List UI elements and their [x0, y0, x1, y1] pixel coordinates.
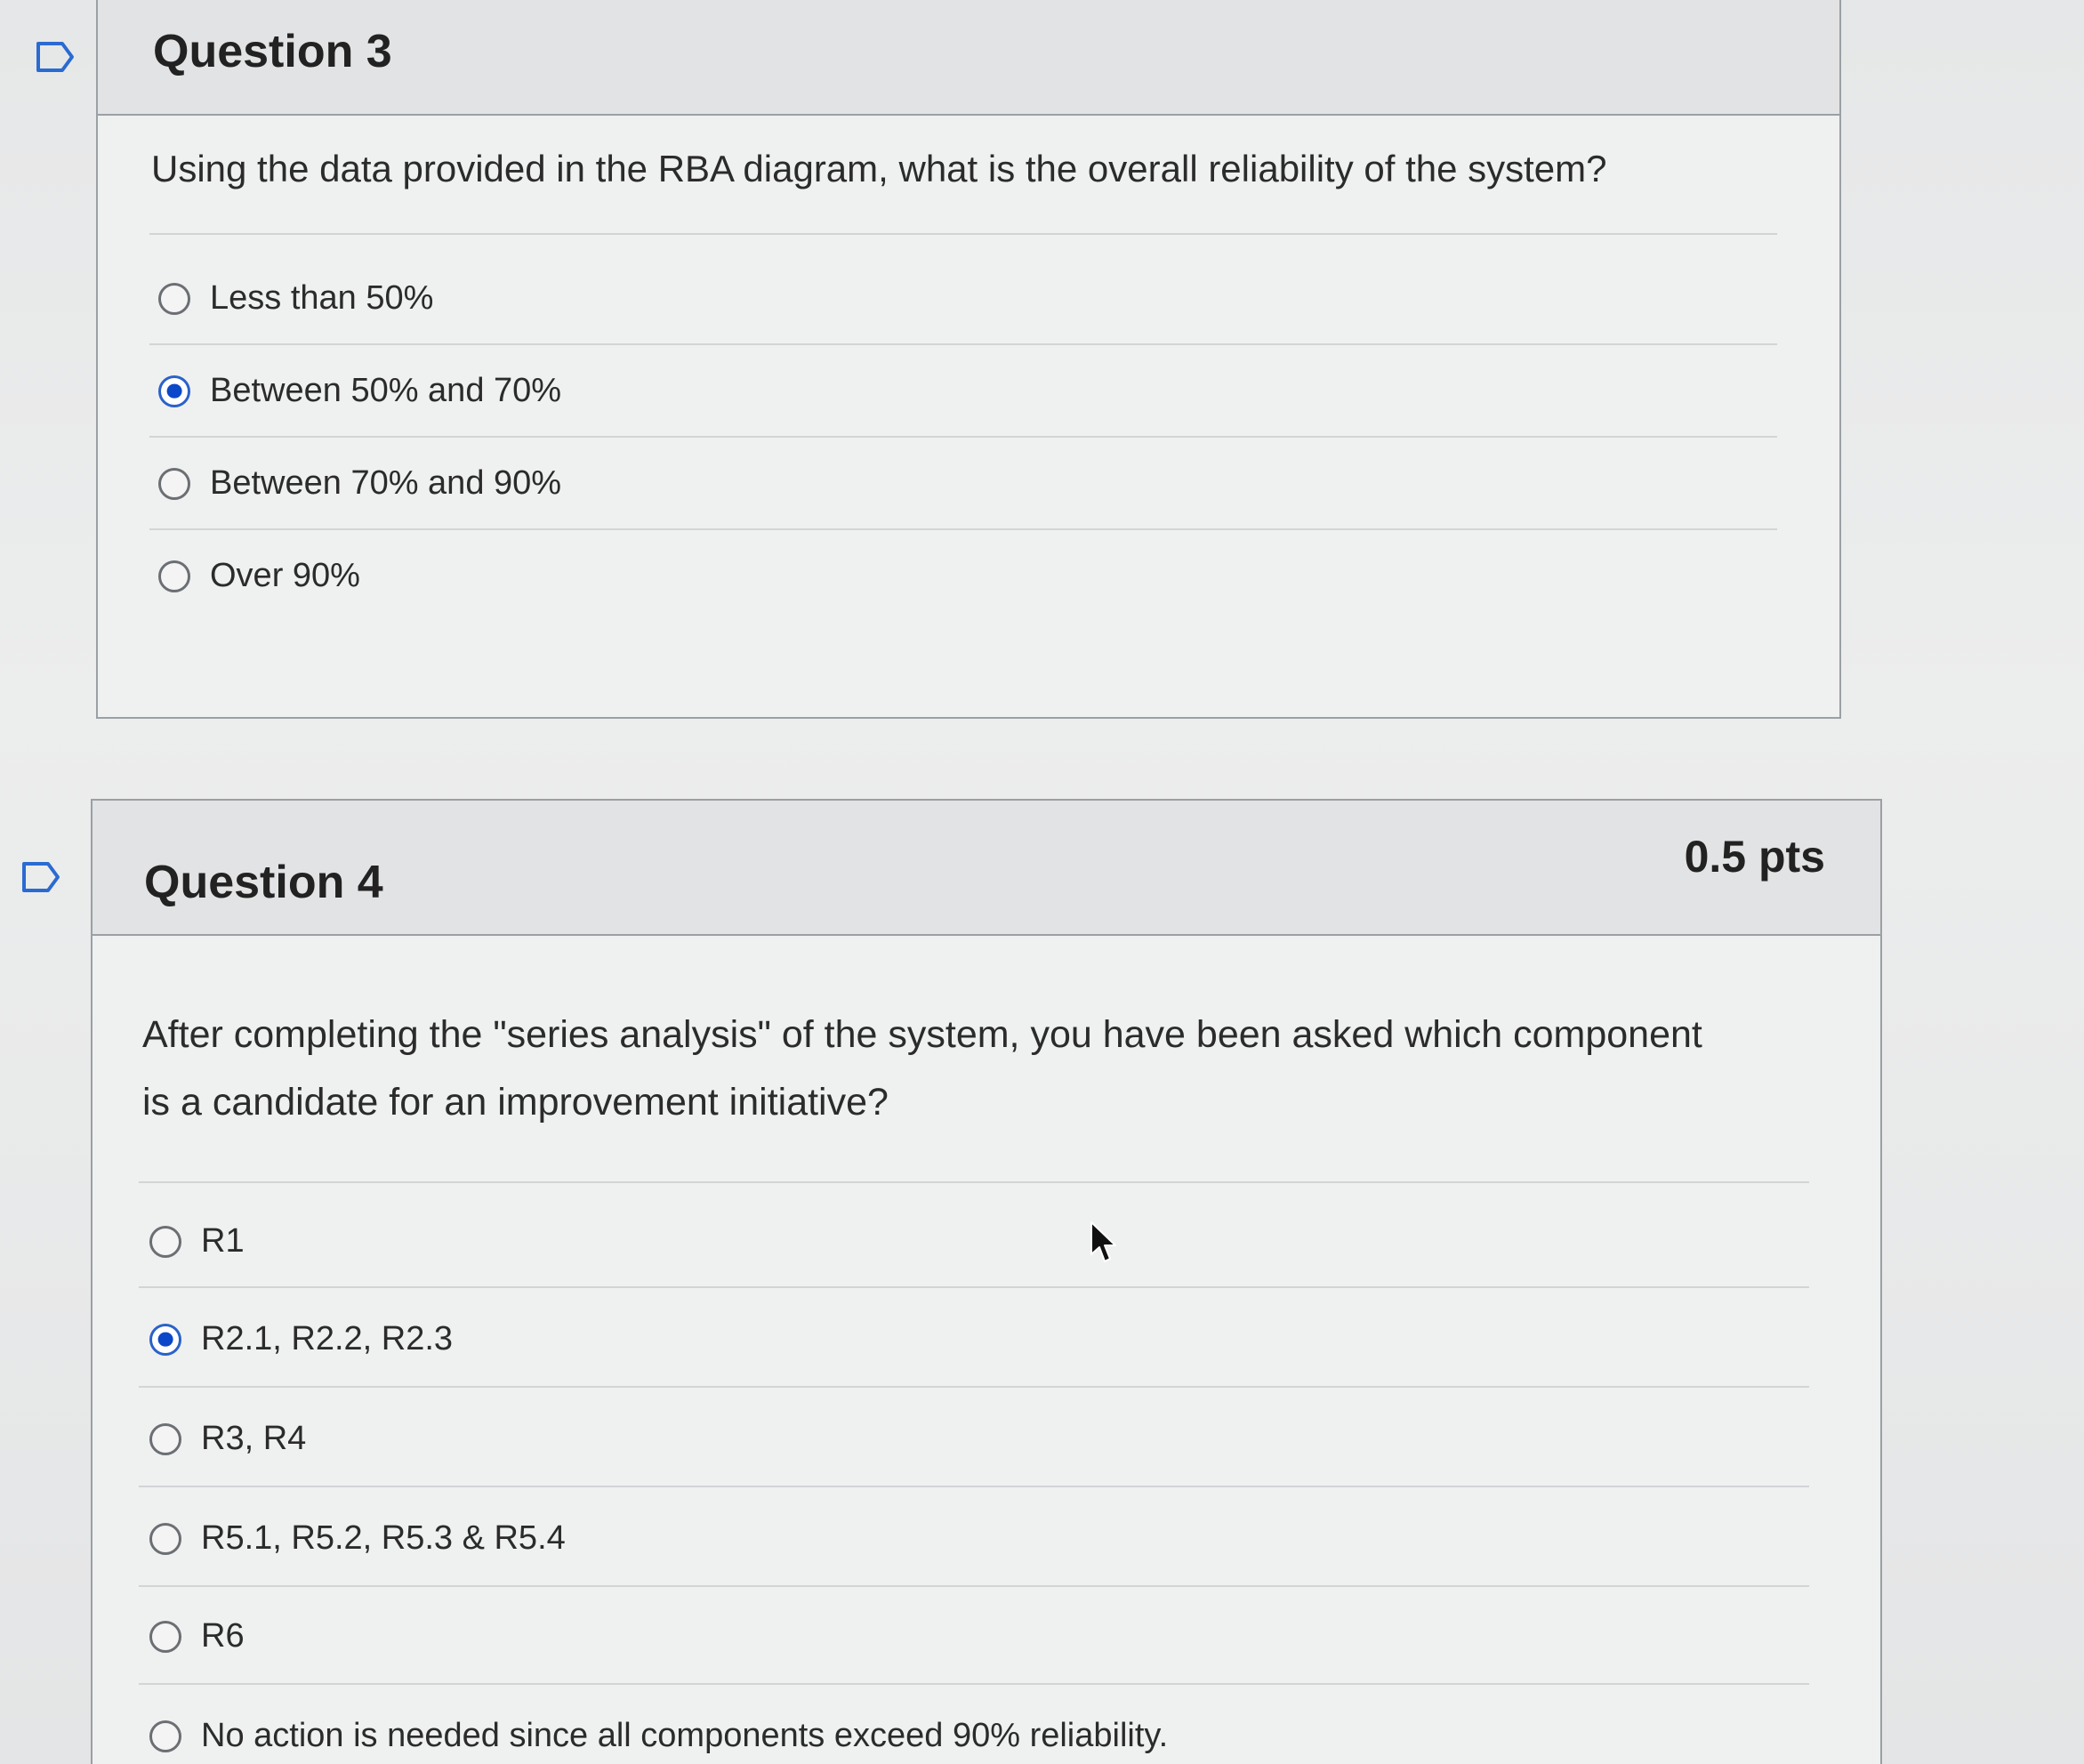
radio-button[interactable] [158, 560, 190, 592]
answer-option[interactable]: Over 90% [158, 557, 360, 595]
radio-button[interactable] [149, 1720, 181, 1752]
answer-divider [139, 1683, 1809, 1685]
radio-button-selected[interactable] [149, 1323, 181, 1356]
answer-option[interactable]: No action is needed since all components… [149, 1717, 1168, 1755]
answer-label: R6 [201, 1617, 245, 1655]
answer-option[interactable]: Between 50% and 70% [158, 372, 561, 410]
question-4-header: Question 4 0.5 pts [93, 801, 1880, 936]
answer-option[interactable]: Less than 50% [158, 279, 433, 318]
question-3-text-divider [149, 233, 1777, 235]
answer-option[interactable]: Between 70% and 90% [158, 464, 561, 503]
radio-button[interactable] [158, 282, 190, 315]
answer-option[interactable]: R5.1, R5.2, R5.3 & R5.4 [149, 1519, 566, 1558]
answer-divider [139, 1386, 1809, 1388]
question-3-card: Question 3 Using the data provided in th… [96, 0, 1841, 719]
answer-option[interactable]: R6 [149, 1617, 245, 1655]
mouse-pointer-icon [1089, 1220, 1119, 1265]
flag-question-4-icon[interactable] [21, 861, 60, 893]
answer-label: Between 50% and 70% [210, 372, 562, 409]
question-4-text: After completing the "series analysis" o… [142, 1007, 1702, 1131]
question-4-text-line-1: After completing the "series analysis" o… [142, 1013, 1702, 1056]
question-3-text: Using the data provided in the RBA diagr… [151, 148, 1607, 189]
answer-divider [149, 528, 1777, 530]
answer-divider [139, 1585, 1809, 1587]
radio-button-selected[interactable] [158, 375, 190, 407]
answer-label: No action is needed since all components… [201, 1717, 1169, 1754]
answer-option[interactable]: R3, R4 [149, 1420, 306, 1458]
radio-button[interactable] [149, 1225, 181, 1258]
answer-option[interactable]: R1 [149, 1222, 245, 1261]
quiz-page: Question 3 Using the data provided in th… [0, 0, 2084, 1764]
flag-question-3-icon[interactable] [36, 41, 75, 73]
radio-button[interactable] [149, 1522, 181, 1555]
question-4-title: Question 4 [144, 857, 383, 908]
answer-option[interactable]: R2.1, R2.2, R2.3 [149, 1320, 453, 1358]
answer-label: R1 [201, 1222, 245, 1260]
question-4-card: Question 4 0.5 pts After completing the … [91, 799, 1882, 1764]
radio-button[interactable] [149, 1422, 181, 1455]
answer-label: Less than 50% [210, 279, 434, 317]
radio-button[interactable] [149, 1620, 181, 1653]
question-4-points: 0.5 pts [1684, 832, 1825, 882]
question-3-title: Question 3 [153, 26, 392, 77]
radio-button[interactable] [158, 467, 190, 500]
question-3-header: Question 3 [98, 0, 1839, 116]
answer-divider [139, 1286, 1809, 1288]
answer-label: Over 90% [210, 557, 360, 594]
answer-divider [149, 436, 1777, 438]
answer-label: R3, R4 [201, 1420, 307, 1457]
question-4-text-divider [139, 1181, 1809, 1183]
answer-label: R5.1, R5.2, R5.3 & R5.4 [201, 1519, 566, 1557]
answer-label: Between 70% and 90% [210, 464, 562, 502]
answer-divider [149, 343, 1777, 345]
answer-label: R2.1, R2.2, R2.3 [201, 1320, 454, 1357]
question-4-text-line-2: is a candidate for an improvement initia… [142, 1081, 889, 1124]
answer-divider [139, 1486, 1809, 1487]
